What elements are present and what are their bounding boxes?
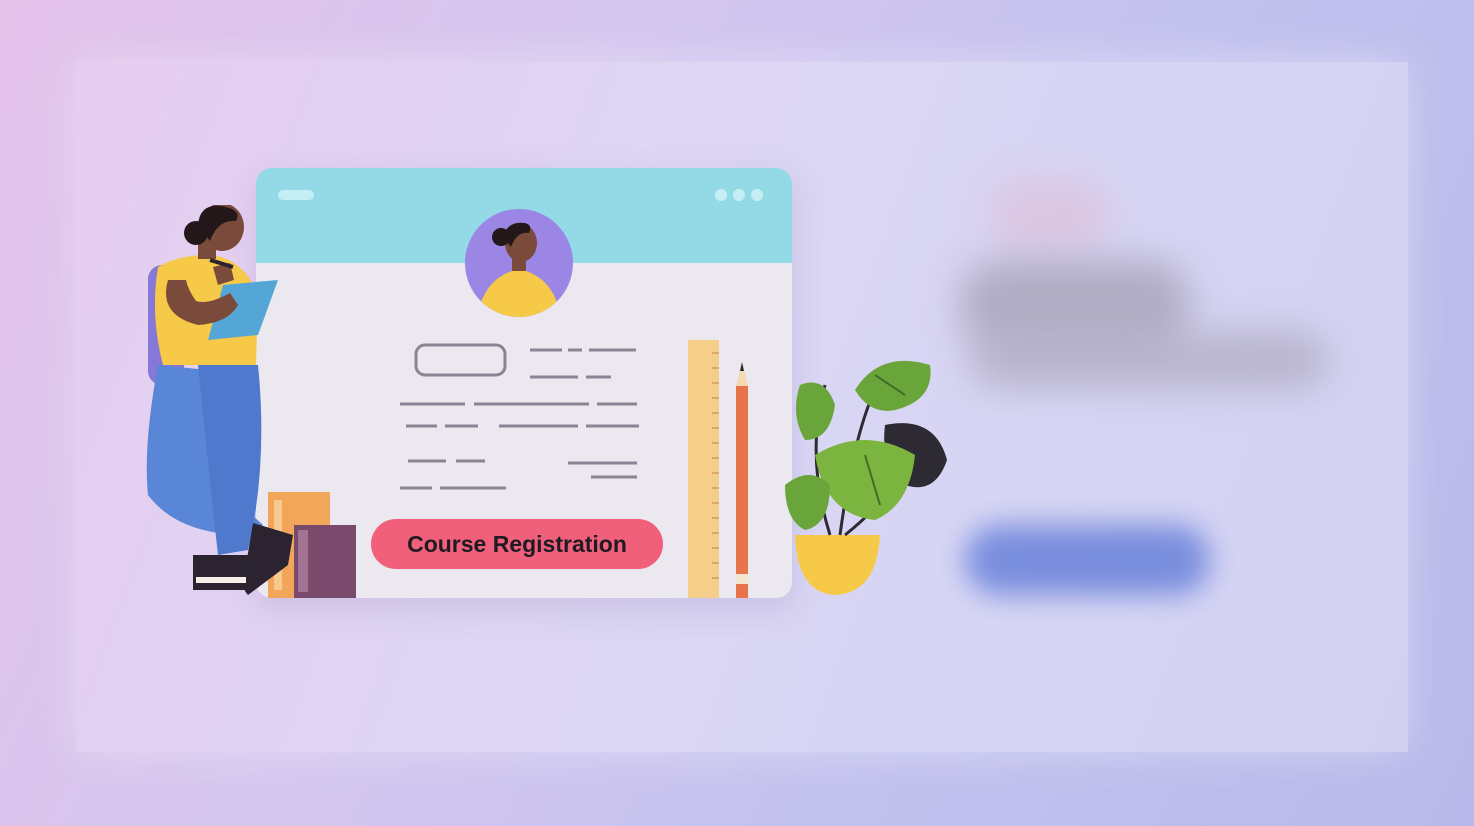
- blurred-subheading: [970, 330, 1330, 390]
- blurred-decoration: [990, 180, 1110, 250]
- blurred-button: [965, 525, 1210, 595]
- student-illustration: [146, 205, 293, 595]
- window-dot-icon: [733, 189, 745, 201]
- form-text-lines: [400, 348, 639, 490]
- plant-icon: [785, 360, 947, 595]
- pencil-icon: [736, 362, 748, 598]
- window-dot-icon: [751, 189, 763, 201]
- window-dot-icon: [715, 189, 727, 201]
- titlebar-handle: [278, 190, 314, 200]
- form-field-outline: [414, 343, 507, 377]
- ruler-icon: [688, 340, 719, 598]
- avatar-icon: [465, 209, 573, 317]
- course-registration-button[interactable]: Course Registration: [371, 519, 663, 569]
